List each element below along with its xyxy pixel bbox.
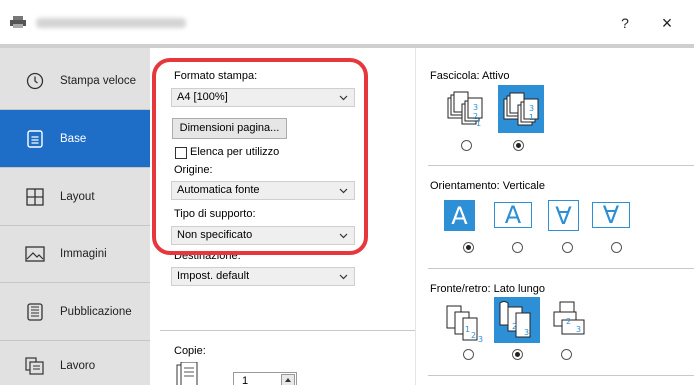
sidebar-item-label: Layout	[60, 190, 95, 203]
copies-pages-icon	[176, 362, 198, 385]
fronte-retro-value: Lato lungo	[493, 283, 545, 295]
copie-label: Copie:	[174, 345, 206, 357]
fronte-retro-lato-lungo-option[interactable]: 2 3	[494, 297, 540, 343]
copie-spinner[interactable]: 1	[233, 372, 297, 385]
landscape-icon: A	[504, 201, 522, 229]
job-icon	[24, 355, 46, 377]
clock-icon	[24, 70, 46, 92]
title-bar: ? ×	[0, 0, 694, 44]
section-separator	[428, 375, 694, 376]
orientamento-value: Verticale	[502, 180, 545, 192]
fronte-retro-radio-2[interactable]	[512, 349, 523, 360]
window-title-blurred	[36, 18, 186, 28]
sidebar-item-pubblicazione[interactable]: Pubblicazione	[0, 283, 150, 340]
highlight-annotation	[152, 58, 368, 255]
layout-grid-icon	[24, 186, 46, 208]
fascicola-value: Attivo	[481, 70, 510, 82]
destinazione-value: Impost. default	[177, 270, 250, 282]
orientamento-verticale-ruotato-option[interactable]: ∀	[548, 200, 579, 231]
destinazione-combo[interactable]: Impost. default	[171, 267, 355, 286]
svg-text:2: 2	[512, 322, 517, 331]
svg-text:2: 2	[566, 317, 571, 326]
svg-text:1: 1	[465, 325, 470, 334]
orientamento-label-text: Orientamento:	[430, 180, 500, 192]
fronte-retro-label: Fronte/retro: Lato lungo	[430, 283, 545, 295]
sidebar-item-label: Lavoro	[60, 359, 96, 372]
orientamento-verticale-option[interactable]: A	[444, 200, 475, 231]
orientamento-orizzontale-option[interactable]: A	[494, 201, 532, 229]
help-button[interactable]: ?	[614, 12, 636, 34]
fascicola-off-option[interactable]: 3 2 1	[446, 88, 488, 130]
collate-icon: 3 1	[503, 92, 539, 126]
publication-icon	[24, 301, 46, 323]
sidebar-item-immagini[interactable]: Immagini	[0, 225, 150, 282]
close-button[interactable]: ×	[656, 12, 678, 34]
orientamento-radio-3[interactable]	[562, 242, 573, 253]
fronte-retro-radio-1[interactable]	[463, 349, 474, 360]
landscape-rotated-icon: ∀	[602, 201, 620, 229]
orientamento-radio-2[interactable]	[512, 242, 523, 253]
svg-text:3: 3	[478, 335, 483, 344]
column-divider	[415, 48, 416, 385]
orientamento-radio-4[interactable]	[611, 242, 622, 253]
section-separator	[428, 165, 694, 166]
fascicola-off-radio[interactable]	[461, 140, 472, 151]
sidebar-item-label: Immagini	[60, 247, 107, 260]
duplex-long-edge-icon: 2 3	[499, 301, 531, 338]
fronte-retro-radio-3[interactable]	[561, 349, 572, 360]
chevron-up-icon	[285, 378, 291, 382]
orientamento-label: Orientamento: Verticale	[430, 180, 545, 192]
chevron-down-icon	[339, 274, 348, 280]
fronte-retro-label-text: Fronte/retro:	[430, 283, 491, 295]
document-icon	[24, 128, 46, 150]
sidebar-item-stampa-veloce[interactable]: Stampa veloce	[0, 52, 150, 109]
fascicola-on-radio[interactable]	[513, 140, 524, 151]
sidebar-item-layout[interactable]: Layout	[0, 168, 150, 225]
svg-text:1: 1	[529, 113, 534, 122]
fascicola-label: Fascicola: Attivo	[430, 70, 510, 82]
spinner-up-button[interactable]	[281, 374, 295, 385]
svg-text:3: 3	[529, 104, 534, 113]
printer-icon	[10, 16, 26, 28]
sidebar-item-label: Stampa veloce	[60, 74, 137, 87]
sidebar: Stampa veloce Base Layout Immagini Pubbl…	[0, 48, 150, 385]
section-separator	[160, 330, 415, 331]
fascicola-label-text: Fascicola:	[430, 70, 480, 82]
copie-value: 1	[242, 375, 249, 385]
sidebar-item-base[interactable]: Base	[0, 110, 150, 167]
orientamento-orizzontale-ruotato-option[interactable]: ∀	[592, 201, 630, 229]
fronte-retro-off-option[interactable]: 1 2 3	[445, 302, 487, 344]
portrait-icon: A	[451, 201, 468, 230]
svg-text:3: 3	[524, 328, 529, 337]
image-icon	[24, 243, 46, 265]
orientamento-radio-1[interactable]	[463, 242, 474, 253]
svg-text:1: 1	[476, 119, 481, 128]
svg-text:3: 3	[576, 325, 581, 334]
fronte-retro-lato-corto-option[interactable]: 2 3	[548, 300, 590, 342]
svg-text:3: 3	[473, 103, 478, 112]
sidebar-item-label: Base	[60, 132, 87, 145]
fascicola-on-option[interactable]: 3 1	[498, 85, 544, 133]
sidebar-item-lavoro[interactable]: Lavoro	[0, 337, 150, 385]
svg-text:2: 2	[471, 331, 476, 340]
portrait-rotated-icon: ∀	[555, 201, 572, 230]
sidebar-item-label: Pubblicazione	[60, 305, 132, 318]
section-separator	[428, 268, 694, 269]
